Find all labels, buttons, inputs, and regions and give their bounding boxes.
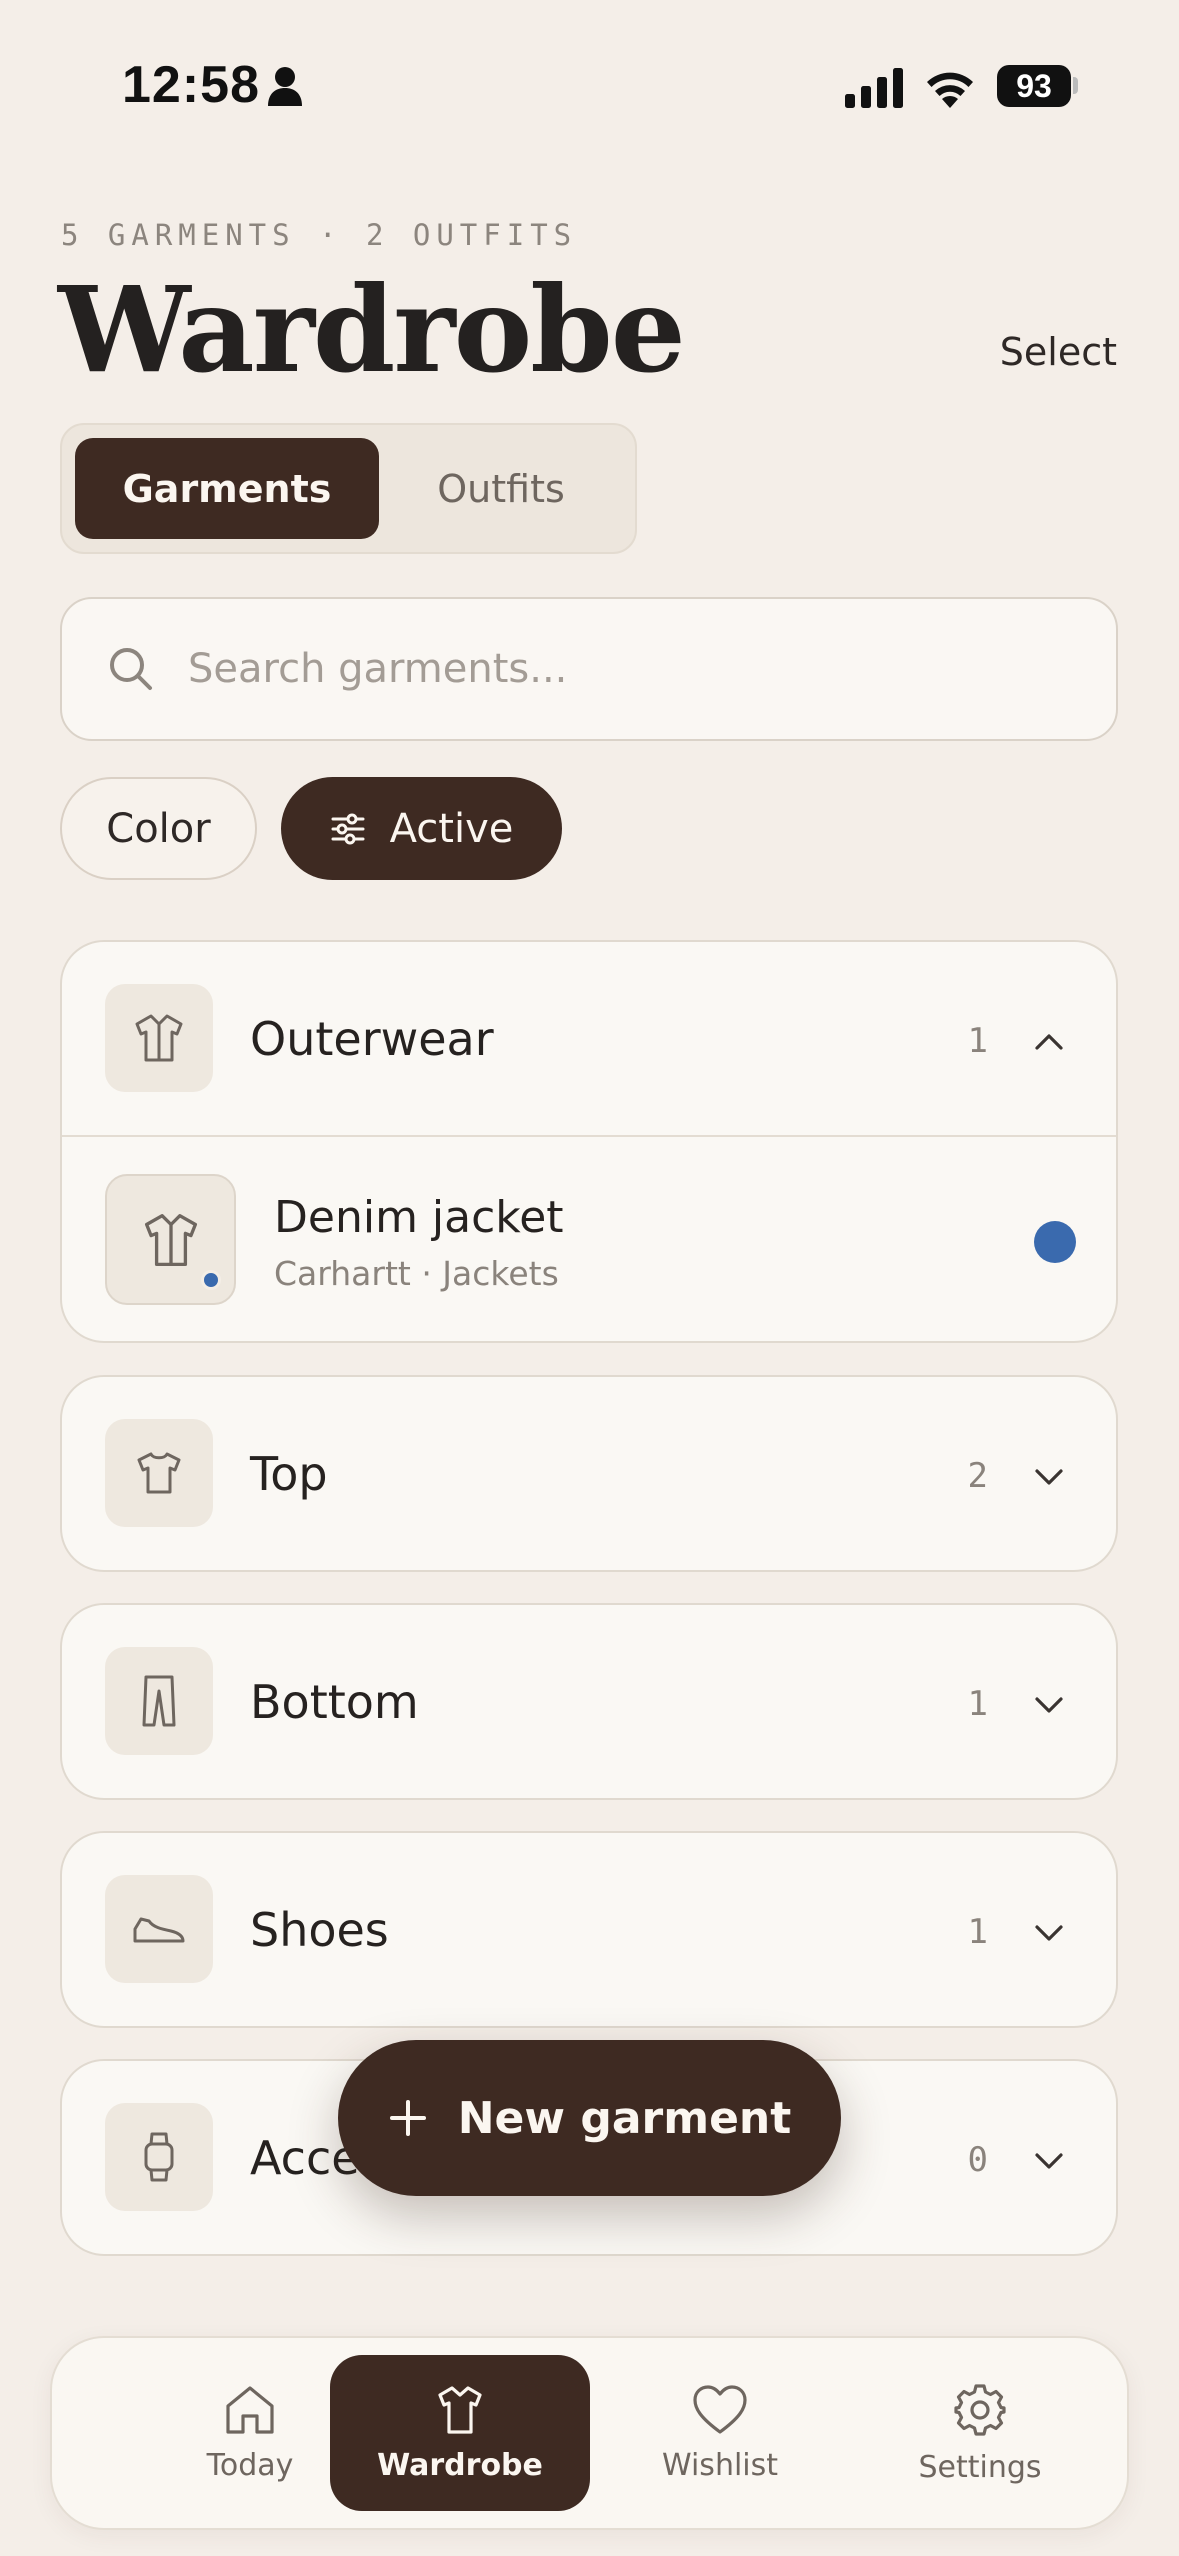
color-filter-label: Color bbox=[106, 805, 211, 852]
battery-cap bbox=[1073, 77, 1078, 94]
category-header[interactable]: Bottom 1 bbox=[62, 1605, 1116, 1798]
tab-wishlist[interactable]: Wishlist bbox=[590, 2355, 850, 2511]
category-bottom[interactable]: Bottom 1 bbox=[60, 1603, 1118, 1800]
plus-icon bbox=[388, 2098, 428, 2138]
chevron-down-icon bbox=[1032, 1460, 1066, 1494]
garment-name: Denim jacket bbox=[274, 1192, 564, 1243]
segment-outfits[interactable]: Outfits bbox=[379, 438, 623, 539]
tshirt-icon bbox=[105, 1419, 213, 1527]
category-count: 1 bbox=[967, 1684, 988, 1724]
color-filter-chip[interactable]: Color bbox=[60, 777, 257, 880]
chevron-down-icon bbox=[1032, 1916, 1066, 1950]
pants-icon bbox=[105, 1647, 213, 1755]
view-segmented-control: Garments Outfits bbox=[60, 423, 637, 554]
garment-thumbnail bbox=[105, 1174, 236, 1305]
category-label: Top bbox=[250, 1447, 328, 1501]
battery-icon: 93 bbox=[997, 65, 1071, 107]
tab-label: Today bbox=[206, 2447, 294, 2483]
search-icon bbox=[108, 646, 154, 692]
garment-row[interactable]: Denim jacket Carhartt · Jackets bbox=[62, 1137, 1116, 1341]
wifi-icon bbox=[924, 64, 976, 108]
tab-label: Settings bbox=[918, 2449, 1042, 2485]
shoe-icon bbox=[105, 1875, 213, 1983]
category-shoes[interactable]: Shoes 1 bbox=[60, 1831, 1118, 2028]
search-bar bbox=[60, 597, 1118, 741]
select-button[interactable]: Select bbox=[1000, 330, 1117, 374]
tab-bar: Today Wardrobe Wishlist Settings bbox=[50, 2336, 1129, 2530]
category-header[interactable]: Top 2 bbox=[62, 1377, 1116, 1570]
chevron-down-icon bbox=[1032, 1688, 1066, 1722]
shirt-icon bbox=[435, 2384, 485, 2436]
category-top[interactable]: Top 2 bbox=[60, 1375, 1118, 1572]
signal-icon bbox=[845, 68, 905, 108]
segment-garments[interactable]: Garments bbox=[75, 438, 379, 539]
jacket-icon bbox=[105, 984, 213, 1092]
watch-icon bbox=[105, 2103, 213, 2211]
search-input[interactable] bbox=[188, 629, 1068, 709]
category-header[interactable]: Outerwear 1 bbox=[62, 942, 1116, 1135]
category-count: 2 bbox=[967, 1456, 988, 1496]
active-filter-chip[interactable]: Active bbox=[281, 777, 562, 880]
category-label: Shoes bbox=[250, 1903, 389, 1957]
heart-icon bbox=[691, 2384, 749, 2436]
garment-color-indicator bbox=[1034, 1221, 1076, 1263]
category-count: 0 bbox=[967, 2140, 988, 2180]
wardrobe-summary: 5 GARMENTS · 2 OUTFITS bbox=[61, 218, 578, 252]
color-dot bbox=[201, 1270, 221, 1290]
tab-wardrobe[interactable]: Wardrobe bbox=[330, 2355, 590, 2511]
category-outerwear: Outerwear 1 Denim jacket Carhartt · Jack… bbox=[60, 940, 1118, 1343]
person-icon bbox=[267, 66, 303, 106]
active-filter-label: Active bbox=[389, 805, 514, 852]
new-garment-button[interactable]: New garment bbox=[338, 2040, 841, 2196]
home-icon bbox=[223, 2384, 277, 2436]
tab-label: Wardrobe bbox=[377, 2447, 543, 2483]
status-time: 12:58 bbox=[122, 56, 260, 114]
chevron-up-icon bbox=[1032, 1025, 1066, 1059]
category-header[interactable]: Shoes 1 bbox=[62, 1833, 1116, 2026]
page-title: Wardrobe bbox=[58, 260, 686, 399]
category-label: Outerwear bbox=[250, 1012, 494, 1066]
garment-meta: Carhartt · Jackets bbox=[274, 1254, 559, 1293]
sliders-icon bbox=[330, 811, 366, 847]
tab-settings[interactable]: Settings bbox=[850, 2355, 1110, 2511]
tab-label: Wishlist bbox=[661, 2447, 779, 2483]
category-count: 1 bbox=[967, 1912, 988, 1952]
chevron-down-icon bbox=[1032, 2144, 1066, 2178]
category-label: Bottom bbox=[250, 1675, 419, 1729]
category-count: 1 bbox=[967, 1021, 988, 1061]
new-garment-label: New garment bbox=[457, 2092, 792, 2144]
status-bar: 12:58 93 bbox=[0, 0, 1179, 175]
gear-icon bbox=[952, 2382, 1008, 2438]
